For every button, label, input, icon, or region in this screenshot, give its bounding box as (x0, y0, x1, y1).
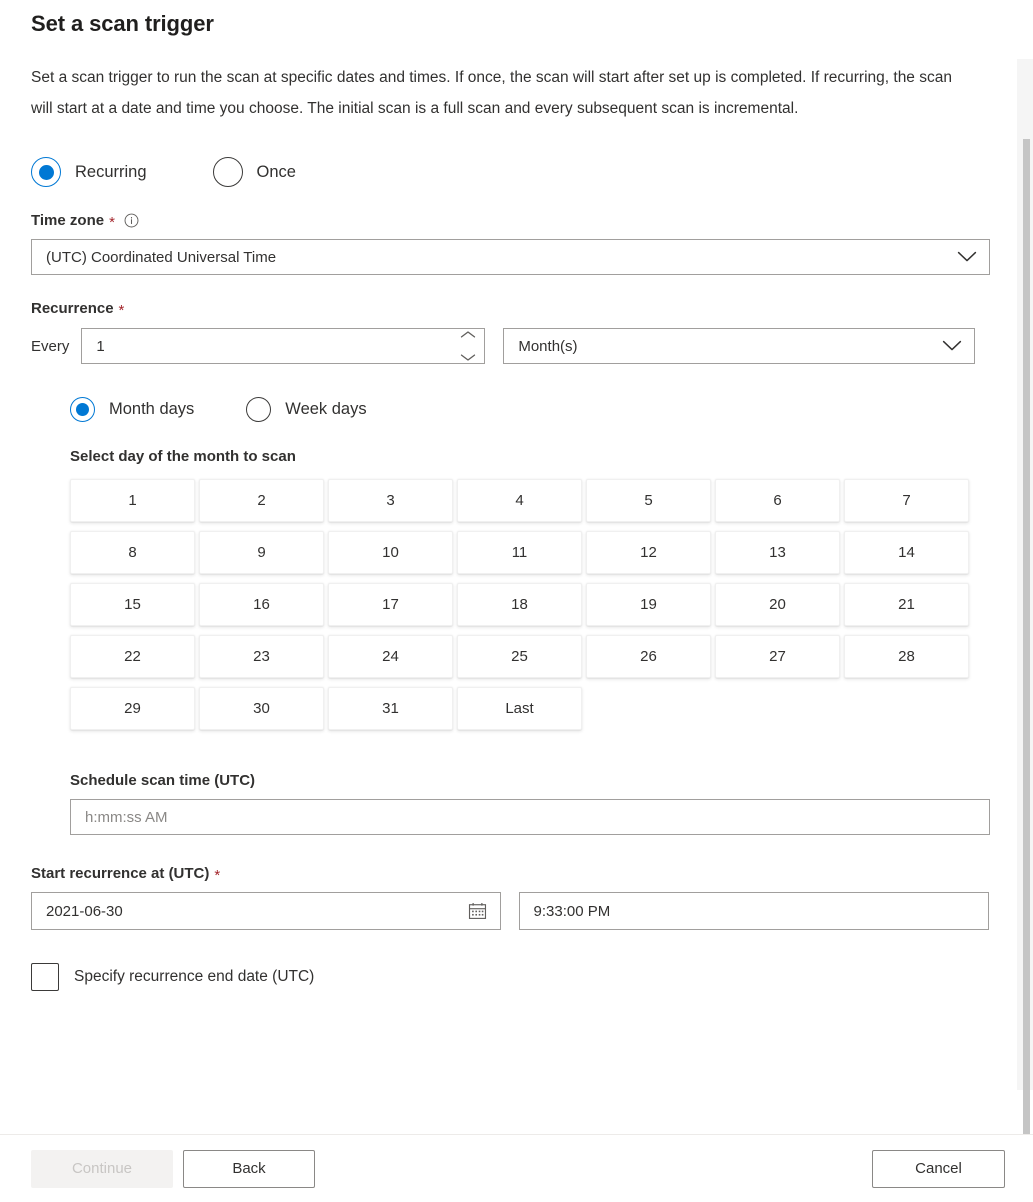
cancel-button[interactable]: Cancel (872, 1149, 1005, 1188)
radio-recurring-label: Recurring (75, 162, 147, 181)
day-cell-last[interactable]: Last (457, 687, 582, 730)
recurrence-label: Recurrence (31, 300, 114, 317)
day-cell[interactable]: 14 (844, 531, 969, 574)
start-time-input[interactable] (519, 893, 988, 929)
day-cell[interactable]: 30 (199, 687, 324, 730)
calendar-icon[interactable] (468, 902, 487, 921)
day-cell[interactable]: 13 (715, 531, 840, 574)
chevron-down-icon (957, 251, 977, 263)
day-mode-radio-group: Month days Week days (31, 364, 989, 422)
start-time-field[interactable] (518, 892, 989, 930)
schedule-scan-time-label: Schedule scan time (UTC) (70, 772, 256, 789)
day-cell[interactable]: 16 (199, 583, 324, 626)
dialog-footer: Continue Back Cancel (0, 1134, 1033, 1202)
day-cell[interactable]: 10 (328, 531, 453, 574)
recurrence-label-row: Recurrence * (31, 275, 989, 319)
day-cell[interactable]: 19 (586, 583, 711, 626)
specify-end-date-label: Specify recurrence end date (UTC) (74, 968, 315, 985)
day-cell[interactable]: 21 (844, 583, 969, 626)
day-cell[interactable]: 23 (199, 635, 324, 678)
panel-content: Set a scan trigger Set a scan trigger to… (0, 0, 1033, 1013)
recurrence-row: Every Month(s) (31, 328, 989, 364)
day-cell[interactable]: 27 (715, 635, 840, 678)
radio-option-once[interactable]: Once (212, 157, 296, 187)
recurrence-unit-value: Month(s) (518, 337, 578, 355)
recurrence-required-marker: * (118, 302, 125, 319)
radio-month-days-label: Month days (109, 400, 195, 418)
day-cell[interactable]: 5 (586, 479, 711, 522)
recurrence-unit-select[interactable]: Month(s) (503, 328, 976, 364)
time-zone-label: Time zone (31, 212, 105, 229)
scan-trigger-panel: Set a scan trigger Set a scan trigger to… (0, 0, 1033, 1134)
schedule-scan-time-input[interactable] (70, 799, 990, 835)
spinner-buttons[interactable] (460, 326, 476, 367)
start-recurrence-label: Start recurrence at (UTC) (31, 865, 210, 882)
day-cell[interactable]: 17 (328, 583, 453, 626)
radio-once-icon[interactable] (212, 157, 243, 187)
day-cell[interactable]: 15 (70, 583, 195, 626)
continue-button[interactable]: Continue (31, 1149, 173, 1188)
radio-week-days-label: Week days (285, 400, 367, 418)
radio-option-week-days[interactable]: Week days (246, 397, 367, 422)
day-cell[interactable]: 20 (715, 583, 840, 626)
radio-option-recurring[interactable]: Recurring (31, 157, 147, 187)
time-zone-label-row: Time zone * (31, 187, 989, 231)
trigger-type-radio-group: Recurring Once (31, 124, 989, 187)
back-button[interactable]: Back (183, 1149, 315, 1188)
start-recurrence-label-row: Start recurrence at (UTC) * (31, 835, 989, 884)
time-zone-required-marker: * (109, 214, 115, 231)
day-cell[interactable]: 18 (457, 583, 582, 626)
specify-end-date-row[interactable]: Specify recurrence end date (UTC) (31, 930, 989, 1013)
day-cell[interactable]: 9 (199, 531, 324, 574)
day-cell[interactable]: 29 (70, 687, 195, 730)
start-date-input[interactable] (32, 893, 500, 929)
start-recurrence-row (31, 892, 989, 930)
month-day-grid: 1 2 3 4 5 6 7 8 9 10 11 12 13 14 15 16 1… (31, 465, 989, 730)
day-cell[interactable]: 7 (844, 479, 969, 522)
radio-option-month-days[interactable]: Month days (70, 397, 194, 422)
time-zone-select[interactable]: (UTC) Coordinated Universal Time (31, 239, 990, 275)
day-cell[interactable]: 2 (199, 479, 324, 522)
vertical-scrollbar[interactable] (1017, 59, 1033, 1134)
day-cell[interactable]: 31 (328, 687, 453, 730)
day-cell[interactable]: 3 (328, 479, 453, 522)
schedule-scan-time-wrap (31, 789, 990, 835)
day-cell[interactable]: 25 (457, 635, 582, 678)
info-icon[interactable] (124, 213, 139, 228)
chevron-down-icon (942, 340, 962, 352)
start-date-field[interactable] (31, 892, 501, 930)
day-cell[interactable]: 28 (844, 635, 969, 678)
radio-once-label: Once (256, 162, 296, 181)
time-zone-value: (UTC) Coordinated Universal Time (46, 248, 277, 266)
radio-month-days-icon[interactable] (70, 397, 95, 422)
radio-recurring-icon[interactable] (31, 157, 61, 187)
day-cell[interactable]: 26 (586, 635, 711, 678)
page-description: Set a scan trigger to run the scan at sp… (31, 69, 952, 117)
spinner-down-icon[interactable] (460, 349, 476, 367)
day-cell[interactable]: 11 (457, 531, 582, 574)
day-cell[interactable]: 6 (715, 479, 840, 522)
day-cell[interactable]: 22 (70, 635, 195, 678)
day-cell[interactable]: 12 (586, 531, 711, 574)
scrollbar-thumb[interactable] (1023, 139, 1030, 1134)
recurrence-interval-input[interactable] (82, 329, 485, 363)
day-cell[interactable]: 1 (70, 479, 195, 522)
month-days-heading: Select day of the month to scan (70, 448, 296, 465)
page-title: Set a scan trigger (31, 11, 214, 36)
recurrence-interval-field[interactable] (81, 326, 486, 367)
day-cell[interactable]: 24 (328, 635, 453, 678)
start-recurrence-required-marker: * (214, 867, 221, 884)
every-label: Every (31, 337, 70, 355)
day-cell[interactable]: 8 (70, 531, 195, 574)
radio-week-days-icon[interactable] (246, 397, 272, 422)
specify-end-date-checkbox[interactable] (31, 963, 59, 991)
day-cell[interactable]: 4 (457, 479, 582, 522)
spinner-up-icon[interactable] (460, 326, 476, 344)
